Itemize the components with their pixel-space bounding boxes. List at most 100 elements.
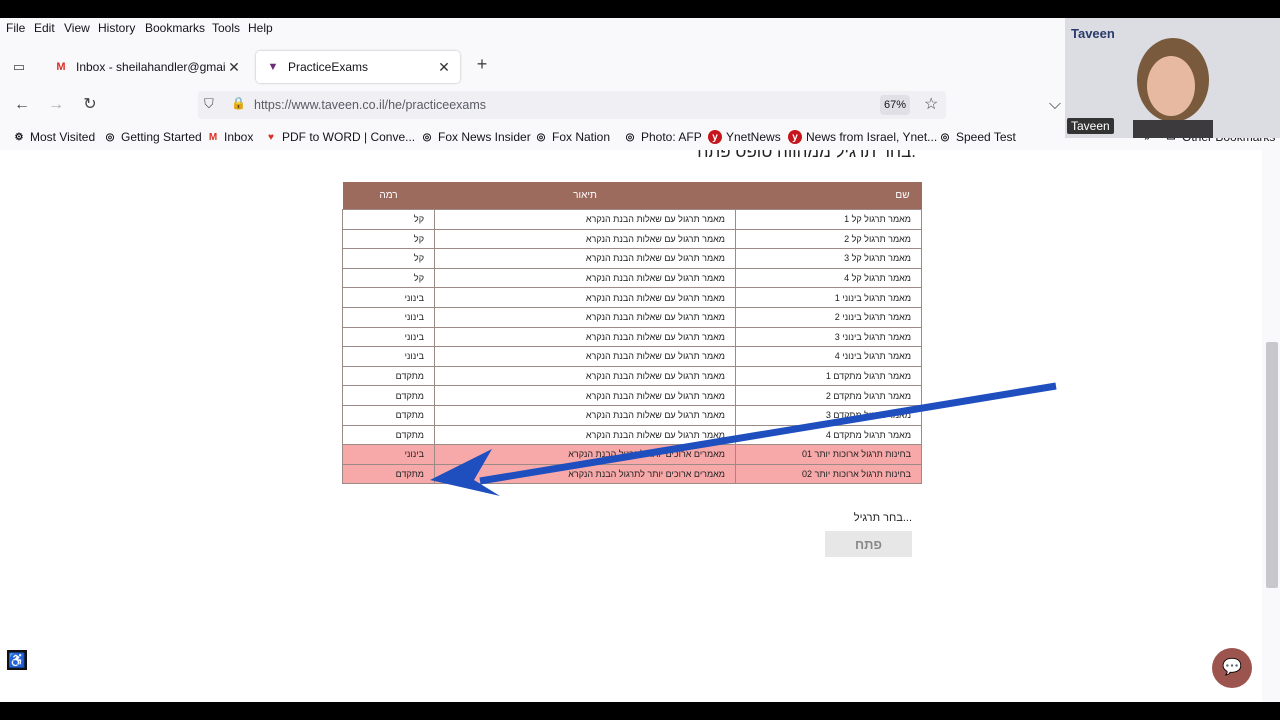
ynet-icon: y	[708, 130, 722, 144]
shield-icon[interactable]: ⛉	[204, 96, 214, 112]
tab-overview-icon[interactable]: ▭	[8, 56, 30, 78]
open-button[interactable]: פתח	[825, 531, 912, 557]
select-exam-label: בחר תרגיל...	[853, 512, 912, 524]
column-header-name: שם	[735, 182, 922, 210]
table-row[interactable]: מאמר תרגול מתקדם 3 מאמר תרגול עם שאלות הב…	[342, 404, 922, 426]
close-icon[interactable]: ✕	[436, 59, 452, 76]
globe-icon: ◎	[105, 131, 115, 143]
menu-edit[interactable]: Edit	[34, 21, 55, 35]
table-row[interactable]: בחינות תרגול ארוכות יותר 02 מאמרים ארוכים…	[342, 463, 922, 485]
webcam-overlay: Taveen Taveen	[1065, 18, 1280, 138]
exam-description-cell: מאמר תרגול עם שאלות הבנת הנקרא	[434, 306, 736, 328]
pocket-icon[interactable]: ⌵	[1044, 94, 1066, 116]
globe-icon: ◎	[422, 131, 432, 143]
exam-level-cell: מתקדם	[342, 424, 435, 446]
table-row[interactable]: מאמר תרגול קל 2 מאמר תרגול עם שאלות הבנת …	[342, 228, 922, 250]
taveen-icon: ▼	[267, 61, 279, 73]
table-row[interactable]: בחינות תרגול ארוכות יותר 01 מאמרים ארוכים…	[342, 444, 922, 465]
bookmark-most-visited[interactable]: ⚙ Most Visited	[12, 130, 96, 144]
exam-name-cell: מאמר תרגול בינוני 1	[735, 287, 922, 308]
exam-description-cell: מאמר תרגול עם שאלות הבנת הנקרא	[434, 404, 736, 426]
exam-description-cell: מאמר תרגול עם שאלות הבנת הנקרא	[434, 228, 736, 250]
menu-history[interactable]: History	[98, 21, 135, 35]
exam-level-cell: בינוני	[342, 346, 435, 367]
table-row[interactable]: מאמר תרגול קל 4 מאמר תרגול עם שאלות הבנת …	[342, 267, 922, 289]
bookmark-fox-nation[interactable]: ◎ Fox Nation	[534, 130, 610, 144]
exam-level-cell: מתקדם	[342, 385, 435, 406]
table-row[interactable]: מאמר תרגול קל 3 מאמר תרגול עם שאלות הבנת …	[342, 248, 922, 269]
exam-level-cell: קל	[342, 228, 435, 250]
exam-description-cell: מאמר תרגול עם שאלות הבנת הנקרא	[434, 385, 736, 406]
bookmark-inbox[interactable]: M Inbox	[206, 130, 254, 144]
menu-view[interactable]: View	[64, 21, 90, 35]
scrollbar-thumb[interactable]	[1266, 342, 1278, 588]
bookmark-ynetnews[interactable]: y YnetNews	[708, 130, 781, 144]
exam-description-cell: מאמר תרגול עם שאלות הבנת הנקרא	[434, 209, 736, 230]
globe-icon: ◎	[625, 131, 635, 143]
bookmark-photo-afp[interactable]: ◎ Photo: AFP	[623, 130, 702, 144]
gmail-icon: M	[208, 131, 218, 143]
exam-level-cell: בינוני	[342, 287, 435, 308]
table-row[interactable]: מאמר תרגול מתקדם 2 מאמר תרגול עם שאלות הב…	[342, 385, 922, 406]
exam-description-cell: מאמר תרגול עם שאלות הבנת הנקרא	[434, 424, 736, 446]
exam-level-cell: מתקדם	[342, 463, 435, 485]
exam-description-cell: מאמר תרגול עם שאלות הבנת הנקרא	[434, 248, 736, 269]
bookmark-pdf-to-word[interactable]: ♥ PDF to WORD | Conve...	[264, 130, 415, 144]
zoom-level[interactable]: 67%	[880, 95, 910, 115]
accessibility-icon[interactable]: ♿	[7, 650, 27, 670]
menu-file[interactable]: File	[6, 21, 25, 35]
star-icon[interactable]: ☆	[924, 94, 938, 114]
exam-level-cell: בינוני	[342, 306, 435, 328]
lock-icon[interactable]: 🔒	[231, 96, 246, 110]
exam-name-cell: מאמר תרגול מתקדם 4	[735, 424, 922, 446]
menu-bookmarks[interactable]: Bookmarks	[145, 21, 205, 35]
tab-practiceexams[interactable]: ▼ PracticeExams ✕	[256, 51, 460, 83]
exam-name-cell: מאמר תרגול קל 2	[735, 228, 922, 250]
bookmark-news-from-israel[interactable]: y News from Israel, Ynet...	[788, 130, 937, 144]
tab-title: Inbox - sheilahandler@gmail.co	[76, 60, 226, 74]
exam-level-cell: מתקדם	[342, 365, 435, 387]
menu-tools[interactable]: Tools	[212, 21, 240, 35]
exam-name-cell: מאמר תרגול קל 3	[735, 248, 922, 269]
close-icon[interactable]: ✕	[226, 59, 242, 76]
table-row[interactable]: מאמר תרגול קל 1 מאמר תרגול עם שאלות הבנת …	[342, 209, 922, 230]
presenter-name: Taveen	[1067, 118, 1114, 134]
back-icon[interactable]: ←	[11, 94, 33, 116]
bookmark-speed-test[interactable]: ◎ Speed Test	[938, 130, 1016, 144]
exam-level-cell: קל	[342, 248, 435, 269]
exam-name-cell: בחינות תרגול ארוכות יותר 01	[735, 444, 922, 465]
exam-description-cell: מאמר תרגול עם שאלות הבנת הנקרא	[434, 287, 736, 308]
exam-description-cell: מאמר תרגול עם שאלות הבנת הנקרא	[434, 346, 736, 367]
exam-name-cell: מאמר תרגול קל 1	[735, 209, 922, 230]
reload-icon[interactable]: ↻	[79, 94, 101, 116]
exam-name-cell: מאמר תרגול בינוני 4	[735, 346, 922, 367]
table-row[interactable]: מאמר תרגול בינוני 1 מאמר תרגול עם שאלות ה…	[342, 287, 922, 308]
exam-level-cell: מתקדם	[342, 404, 435, 426]
table-row[interactable]: מאמר תרגול מתקדם 1 מאמר תרגול עם שאלות הב…	[342, 365, 922, 387]
exam-name-cell: מאמר תרגול קל 4	[735, 267, 922, 289]
exam-level-cell: בינוני	[342, 326, 435, 348]
table-row[interactable]: מאמר תרגול בינוני 2 מאמר תרגול עם שאלות ה…	[342, 306, 922, 328]
url-text[interactable]: https://www.taveen.co.il/he/practiceexam…	[254, 98, 486, 112]
gmail-icon: M	[56, 61, 66, 73]
taveen-logo: Taveen	[1071, 26, 1115, 41]
gear-icon: ⚙	[14, 131, 24, 143]
menu-help[interactable]: Help	[248, 21, 273, 35]
column-header-level: רמה	[342, 182, 435, 210]
globe-icon: ◎	[940, 131, 950, 143]
chat-icon[interactable]: 💬	[1212, 648, 1252, 688]
exam-name-cell: מאמר תרגול מתקדם 2	[735, 385, 922, 406]
table-row[interactable]: מאמר תרגול מתקדם 4 מאמר תרגול עם שאלות הב…	[342, 424, 922, 446]
forward-icon[interactable]: →	[45, 94, 67, 116]
table-body: מאמר תרגול קל 1 מאמר תרגול עם שאלות הבנת …	[342, 209, 922, 485]
tab-inbox[interactable]: M Inbox - sheilahandler@gmail.co ✕	[44, 51, 250, 83]
bookmark-fox-news-insider[interactable]: ◎ Fox News Insider	[420, 130, 531, 144]
new-tab-icon[interactable]: +	[471, 53, 493, 75]
table-row[interactable]: מאמר תרגול בינוני 4 מאמר תרגול עם שאלות ה…	[342, 346, 922, 367]
exam-level-cell: בינוני	[342, 444, 435, 465]
table-row[interactable]: מאמר תרגול בינוני 3 מאמר תרגול עם שאלות ה…	[342, 326, 922, 348]
bookmark-getting-started[interactable]: ◎ Getting Started	[103, 130, 202, 144]
url-bar[interactable]: ⛉ 🔒 https://www.taveen.co.il/he/practice…	[198, 91, 946, 119]
globe-icon: ◎	[536, 131, 546, 143]
page-content: בחר תרגיל ממהווה טופס פתח. שם תיאור רמה …	[0, 150, 1262, 702]
